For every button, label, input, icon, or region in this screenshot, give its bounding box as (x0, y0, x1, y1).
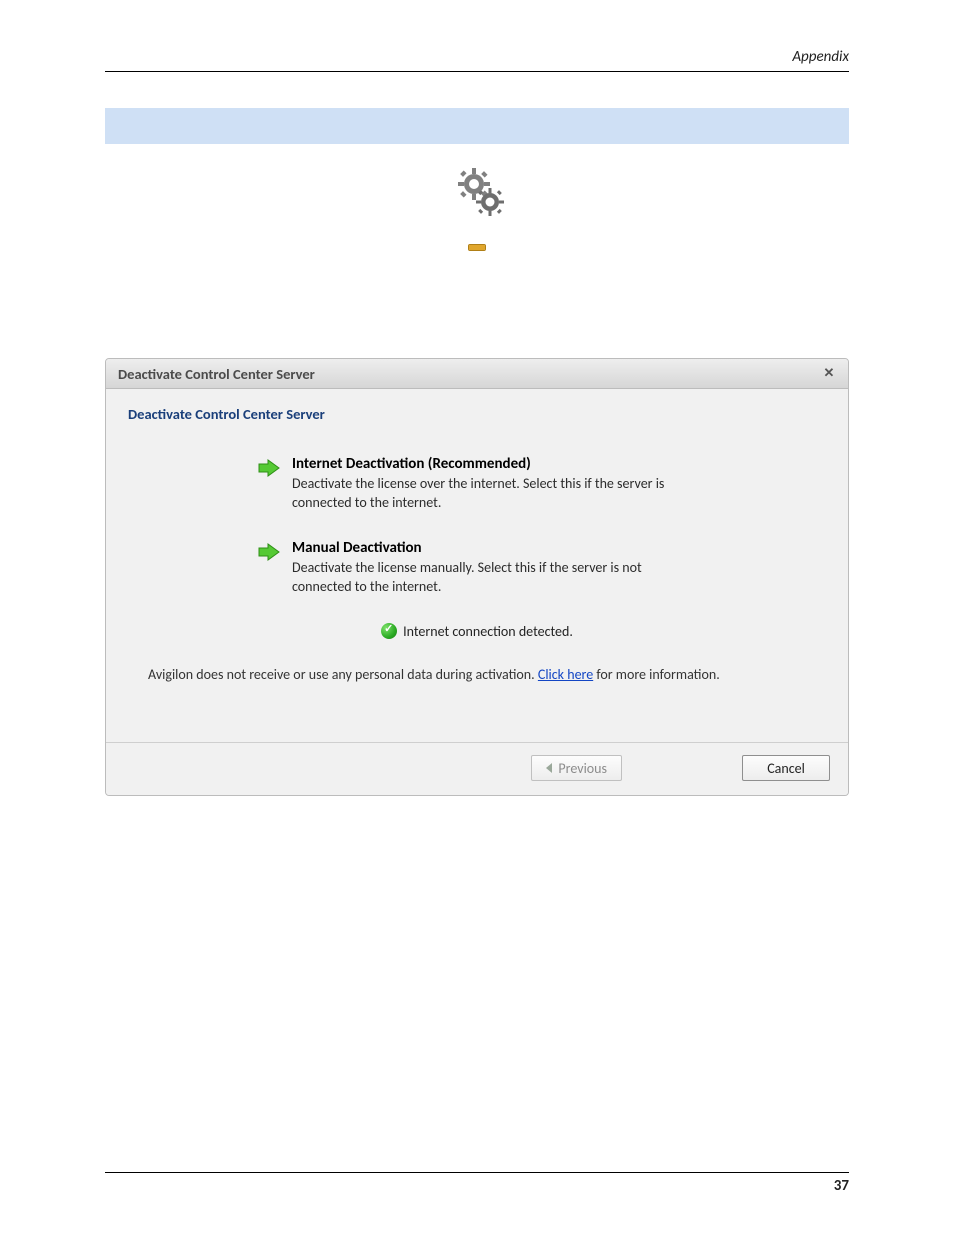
privacy-footnote: Avigilon does not receive or use any per… (148, 666, 820, 685)
option-manual-deactivation[interactable]: Manual Deactivation Deactivate the licen… (258, 539, 678, 597)
dialog-titlebar: Deactivate Control Center Server ✕ (106, 359, 848, 389)
arrow-left-icon (546, 763, 552, 773)
header-section: Appendix (792, 48, 849, 66)
option-label: Manual Deactivation (292, 539, 678, 557)
dialog-title: Deactivate Control Center Server (118, 365, 820, 383)
arrow-right-icon (258, 455, 286, 513)
check-icon (381, 623, 397, 639)
connection-status: Internet connection detected. (128, 623, 826, 640)
deactivate-dialog: Deactivate Control Center Server ✕ Deact… (105, 358, 849, 796)
dialog-heading: Deactivate Control Center Server (128, 405, 826, 423)
gear-icon (105, 166, 849, 227)
option-desc: Deactivate the license over the internet… (292, 475, 678, 513)
blue-banner (105, 108, 849, 144)
option-label: Internet Deactivation (Recommended) (292, 455, 678, 473)
cancel-button[interactable]: Cancel (742, 755, 830, 781)
option-internet-deactivation[interactable]: Internet Deactivation (Recommended) Deac… (258, 455, 678, 513)
click-here-link[interactable]: Click here (538, 666, 593, 683)
dialog-button-bar: Previous Cancel (106, 742, 848, 795)
previous-button: Previous (531, 755, 622, 781)
close-icon[interactable]: ✕ (820, 365, 838, 383)
header-rule: Appendix (105, 50, 849, 72)
page-number: 37 (834, 1177, 849, 1195)
status-text: Internet connection detected. (403, 623, 573, 640)
small-bar-icon (105, 245, 849, 250)
arrow-right-icon (258, 539, 286, 597)
option-desc: Deactivate the license manually. Select … (292, 559, 678, 597)
footer-rule (105, 1172, 849, 1173)
